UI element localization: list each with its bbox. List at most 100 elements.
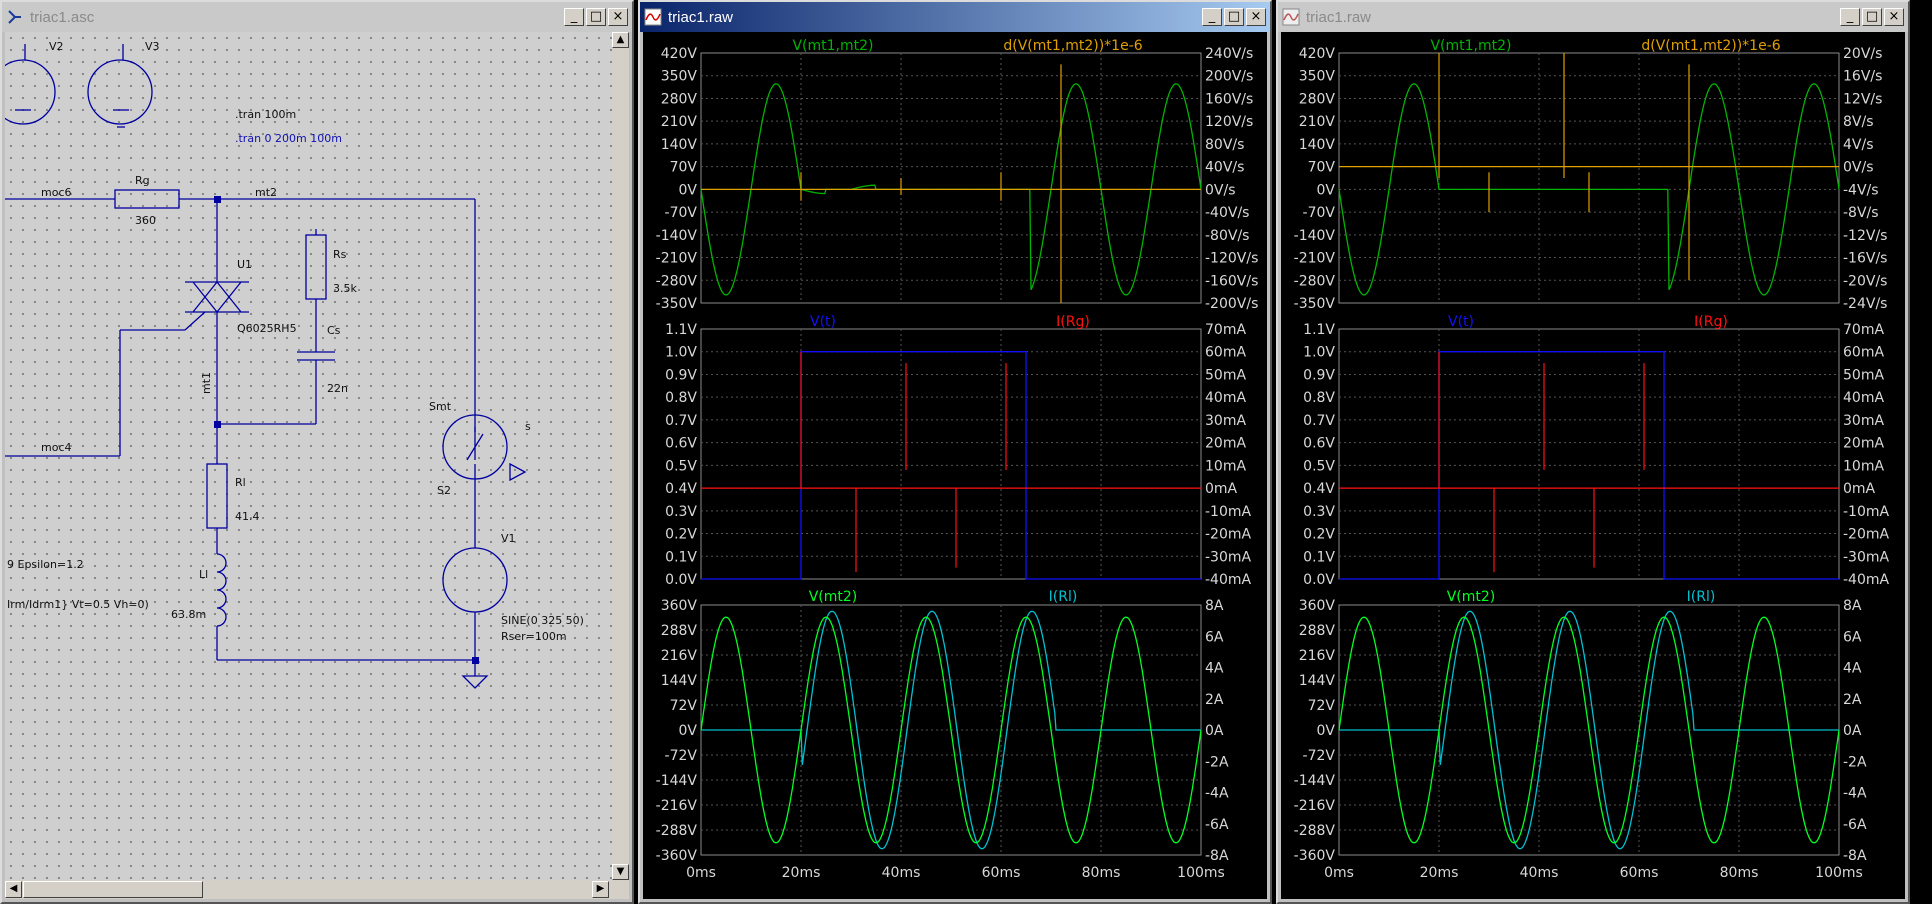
y-tick-label-right: -16V/s	[1843, 251, 1887, 267]
waveform-titlebar-1[interactable]: triac1.raw _ □ ×	[640, 2, 1270, 32]
x-tick-label: 80ms	[1720, 865, 1759, 881]
tran1-directive: .tran 100m	[235, 108, 296, 121]
schematic-horizontal-scrollbar[interactable]: ◀ ▶	[5, 880, 629, 899]
y-tick-label-right: -30mA	[1205, 549, 1252, 565]
waveform-svg-1[interactable]: 420V 350V 280V 210V 140V 70V 0V -70V -140V -210V -…	[643, 32, 1267, 899]
v2-source	[5, 59, 56, 125]
y-tick-label-left: 210V	[661, 114, 698, 130]
scroll-down-button[interactable]: ▼	[612, 864, 629, 880]
y-tick-label-left: 70V	[1308, 160, 1336, 176]
rg-value: 360	[135, 214, 156, 227]
y-tick-label-right: -120V/s	[1205, 251, 1258, 267]
x-tick-label: 0ms	[1324, 865, 1354, 881]
y-tick-label-left: -280V	[1294, 273, 1336, 289]
rser-spec: Rser=100m	[501, 630, 567, 643]
minimize-button[interactable]: _	[1840, 8, 1860, 26]
y-tick-label-left: 350V	[1299, 69, 1336, 85]
rl-value: 41.4	[235, 510, 260, 523]
plot-frame	[700, 52, 1202, 304]
maximize-button[interactable]: □	[1224, 8, 1244, 26]
maximize-button[interactable]: □	[1862, 8, 1882, 26]
waveform-plot-area-2[interactable]: 420V 350V 280V 210V 140V 70V 0V -70V -140V -210V -…	[1281, 32, 1905, 899]
y-tick-label-right: 8A	[1205, 598, 1224, 614]
y-tick-label-right: -4A	[1843, 786, 1867, 802]
close-button[interactable]: ×	[608, 8, 628, 26]
y-tick-label-right: -24V/s	[1843, 296, 1887, 312]
y-tick-label-right: -8A	[1205, 848, 1229, 864]
y-tick-label-left: -288V	[1294, 823, 1336, 839]
y-tick-label-left: 0V	[679, 182, 698, 198]
waveform-window-2[interactable]: triac1.raw _ □ × 420V 350V 280V 210V 140V 70V…	[1276, 0, 1910, 904]
y-tick-label-left: 0.0V	[1303, 572, 1335, 588]
schematic-titlebar[interactable]: triac1.asc _ □ ×	[2, 2, 632, 32]
plot-pane-top: 420V 350V 280V 210V 140V 70V 0V -70V -140V -210V -…	[1294, 38, 1888, 312]
y-tick-label-left: 0.9V	[665, 367, 697, 383]
schematic-drawing: V2 V3 .tran 100m .tran 0 200m 100m moc6 …	[5, 40, 584, 689]
y-tick-label-right: -8V/s	[1843, 205, 1879, 221]
waveform-titlebar-2[interactable]: triac1.raw _ □ ×	[1278, 2, 1908, 32]
legend-series-2: I(Rl)	[1687, 589, 1716, 605]
plot-pane-top: 420V 350V 280V 210V 140V 70V 0V -70V -140V -210V -…	[656, 38, 1259, 312]
scroll-up-button[interactable]: ▲	[612, 32, 629, 48]
scroll-thumb[interactable]	[23, 881, 203, 898]
legend-series-2: d(V(mt1,mt2))*1e-6	[1641, 38, 1780, 54]
mt2-net: mt2	[255, 186, 277, 199]
y-tick-label-right: 16V/s	[1843, 69, 1882, 85]
ground-symbol	[461, 675, 489, 689]
y-tick-label-right: -6A	[1205, 817, 1229, 833]
rs-value: 3.5k	[333, 282, 357, 295]
maximize-button[interactable]: □	[586, 8, 606, 26]
y-tick-label-left: 1.1V	[665, 322, 697, 338]
y-tick-label-right: 4A	[1205, 661, 1224, 677]
y-tick-label-left: 0.6V	[665, 436, 697, 452]
y-tick-label-left: 144V	[1299, 673, 1336, 689]
y-tick-label-left: -144V	[656, 773, 698, 789]
y-tick-label-left: 0.3V	[665, 504, 697, 520]
y-tick-label-left: 0.4V	[1303, 481, 1335, 497]
y-tick-label-right: -80V/s	[1205, 228, 1249, 244]
y-tick-label-right: -20V/s	[1843, 273, 1887, 289]
y-tick-label-right: -2A	[1843, 754, 1867, 770]
y-tick-label-right: 4V/s	[1843, 137, 1874, 153]
u1-label: U1	[237, 258, 252, 271]
y-tick-label-right: -4A	[1205, 786, 1229, 802]
y-tick-label-left: 0.5V	[665, 458, 697, 474]
y-tick-label-right: 60mA	[1843, 345, 1884, 361]
y-tick-label-left: 210V	[1299, 114, 1336, 130]
close-button[interactable]: ×	[1884, 8, 1904, 26]
minimize-button[interactable]: _	[564, 8, 584, 26]
schematic-window[interactable]: triac1.asc _ □ × V2 V3 .tran 100m .tran …	[0, 0, 634, 904]
y-tick-label-left: -70V	[665, 205, 698, 221]
sine-spec: SINE(0 325 50)	[501, 614, 584, 627]
waveform-plot-area-1[interactable]: 420V 350V 280V 210V 140V 70V 0V -70V -140V -210V -…	[643, 32, 1267, 899]
irm-param: Irm/Idrm1} Vt=0.5 Vh=0)	[7, 598, 149, 611]
y-tick-label-left: -140V	[1294, 228, 1336, 244]
y-tick-label-left: 420V	[661, 46, 698, 62]
y-tick-label-right: 0V/s	[1205, 182, 1236, 198]
y-tick-label-left: 360V	[661, 598, 698, 614]
v1-label: V1	[501, 532, 516, 545]
y-tick-label-right: -20mA	[1205, 527, 1252, 543]
waveform-window-1[interactable]: triac1.raw _ □ × 420V 350V 280V 210V 140V 70V…	[638, 0, 1272, 904]
y-tick-label-left: -210V	[656, 251, 698, 267]
y-tick-label-left: 140V	[661, 137, 698, 153]
scroll-left-button[interactable]: ◀	[5, 881, 22, 898]
waveform-svg-2[interactable]: 420V 350V 280V 210V 140V 70V 0V -70V -140V -210V -…	[1281, 32, 1905, 899]
y-tick-label-left: 0V	[1317, 723, 1336, 739]
minimize-button[interactable]: _	[1202, 8, 1222, 26]
close-button[interactable]: ×	[1246, 8, 1266, 26]
y-tick-label-left: -70V	[1303, 205, 1336, 221]
waveform-title-1: triac1.raw	[668, 8, 734, 26]
y-tick-label-right: 40mA	[1205, 390, 1246, 406]
schematic-vertical-scrollbar[interactable]: ▲ ▼	[612, 32, 629, 880]
plot-pane-middle: 1.1V 1.0V 0.9V 0.8V 0.7V 0.6V 0.5V 0.4V 0.3V 0.2V…	[1303, 314, 1889, 588]
ll-value: 63.8m	[171, 608, 206, 621]
scroll-right-button[interactable]: ▶	[592, 881, 609, 898]
legend-series-2: I(Rg)	[1056, 314, 1090, 330]
y-tick-label-right: 2A	[1205, 692, 1224, 708]
ll-inductor	[216, 553, 227, 627]
schematic-canvas[interactable]: V2 V3 .tran 100m .tran 0 200m 100m moc6 …	[5, 32, 612, 880]
plot-pane-bottom: 360V 288V 216V 144V 72V 0V -72V -144V -216V -288V…	[656, 589, 1229, 881]
y-tick-label-right: 50mA	[1843, 367, 1884, 383]
y-tick-label-left: 0.8V	[665, 390, 697, 406]
